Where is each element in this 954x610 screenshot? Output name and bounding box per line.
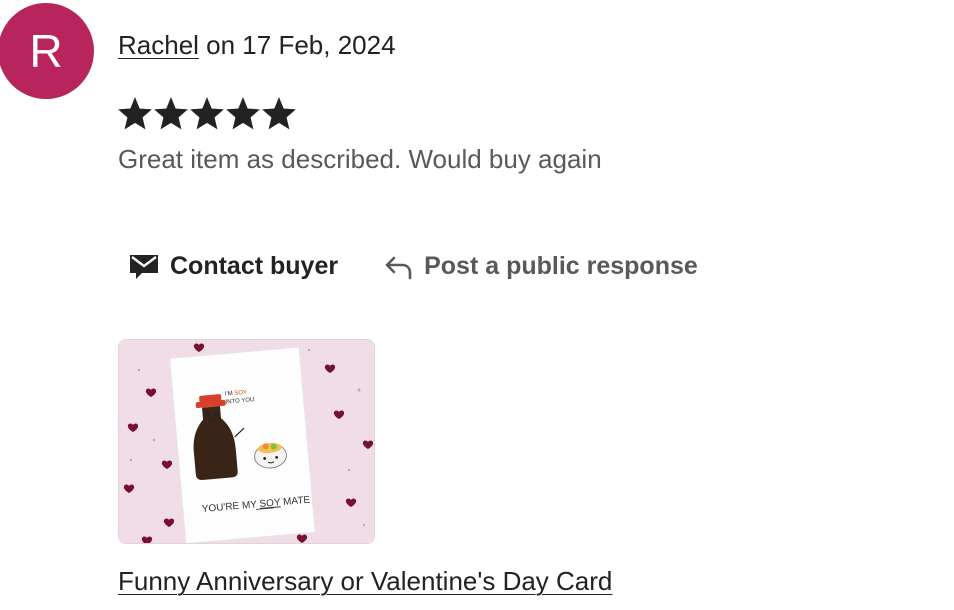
avatar[interactable]: R <box>0 3 94 99</box>
reviewer-name-link[interactable]: Rachel <box>118 30 199 60</box>
star-rating <box>117 94 297 136</box>
review-date: on 17 Feb, 2024 <box>198 30 396 60</box>
product-thumbnail[interactable]: I'M SOY INTO YOU YOU'RE MY SOY MATE <box>118 339 375 544</box>
post-public-response-label: Post a public response <box>424 251 698 280</box>
contact-buyer-button[interactable]: Contact buyer <box>128 251 338 281</box>
post-public-response-button[interactable]: Post a public response <box>384 252 698 281</box>
review-text: Great item as described. Would buy again <box>118 144 602 174</box>
card-illustration: I'M SOY INTO YOU YOU'RE MY SOY MATE <box>119 340 374 543</box>
reply-arrow-icon <box>384 252 414 280</box>
review-actions: Contact buyer Post a public response <box>128 246 698 286</box>
contact-buyer-label: Contact buyer <box>170 251 339 280</box>
review-header: Rachel on 17 Feb, 2024 <box>118 28 396 62</box>
star-icon <box>262 97 296 130</box>
star-icon <box>154 97 188 130</box>
star-icon <box>226 97 260 130</box>
star-icon <box>118 97 152 130</box>
product-title-link[interactable]: Funny Anniversary or Valentine's Day Car… <box>118 564 612 598</box>
avatar-initial: R <box>29 25 63 77</box>
star-icon <box>190 97 224 130</box>
envelope-icon <box>128 251 160 281</box>
